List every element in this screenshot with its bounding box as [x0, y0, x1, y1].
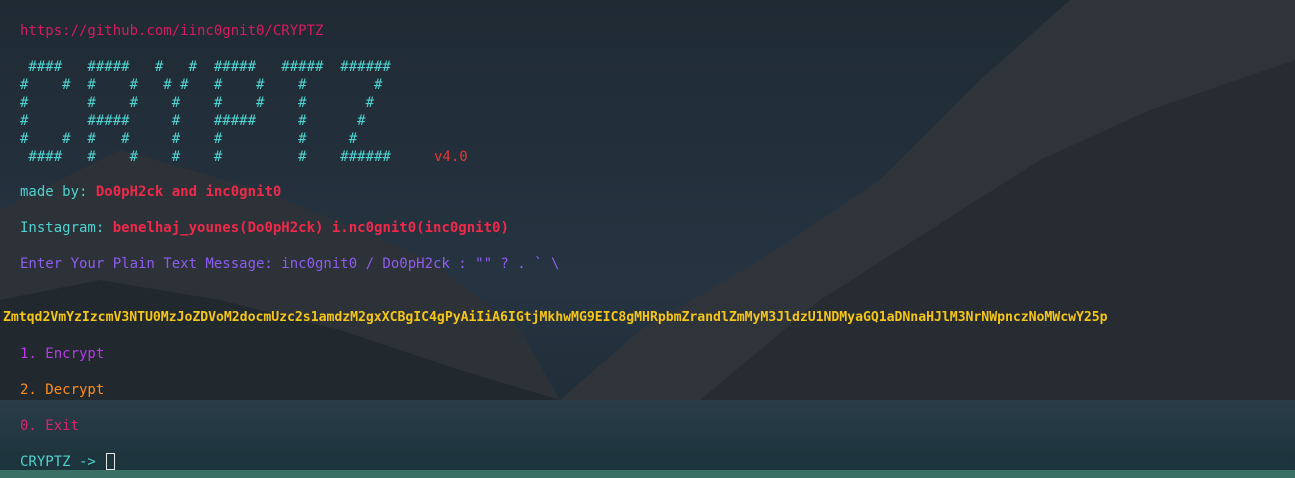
ascii-art-line: #### # # # # # ###### [20, 149, 391, 165]
encoded-output: Zmtqd2VmYzIzcmV3NTU0MzJoZDVoM2docmUzc2s1… [3, 310, 1108, 325]
made-by-value: Do0pH2ck and inc0gnit0 [95, 184, 282, 200]
ascii-art-line: #### ##### # # ##### ##### ###### [20, 59, 391, 75]
version-label: v4.0 [434, 149, 468, 165]
menu-item-encrypt: 1. Encrypt [20, 346, 105, 362]
ascii-art-line: # # # # # # # # [20, 95, 391, 111]
repo-url: https://github.com/iinc0gnit0/CRYPTZ [20, 23, 324, 39]
terminal-window: https://github.com/iinc0gnit0/CRYPTZ ###… [0, 0, 1295, 478]
plain-text-prompt: Enter Your Plain Text Message: inc0gnit0… [20, 256, 560, 272]
shell-input-line[interactable]: CRYPTZ -> [20, 453, 116, 471]
instagram-value: benelhaj_younes(Do0pH2ck) i.nc0gnit0(inc… [112, 220, 509, 236]
instagram-line: Instagram: benelhaj_younes(Do0pH2ck) i.n… [20, 219, 509, 237]
ascii-art-line: # # # # # # # # # # [20, 77, 391, 93]
text-cursor[interactable] [106, 453, 116, 470]
instagram-label: Instagram: [20, 220, 105, 236]
credits-line: made by: Do0pH2ck and inc0gnit0 [20, 183, 281, 201]
menu-item-decrypt: 2. Decrypt [20, 382, 105, 398]
shell-prompt: CRYPTZ -> [20, 454, 96, 470]
menu-item-exit: 0. Exit [20, 418, 80, 434]
made-by-label: made by: [20, 184, 88, 200]
ascii-art-line: # # # # # # # # [20, 131, 391, 147]
ascii-art-line: # ##### # ##### # # [20, 113, 391, 129]
